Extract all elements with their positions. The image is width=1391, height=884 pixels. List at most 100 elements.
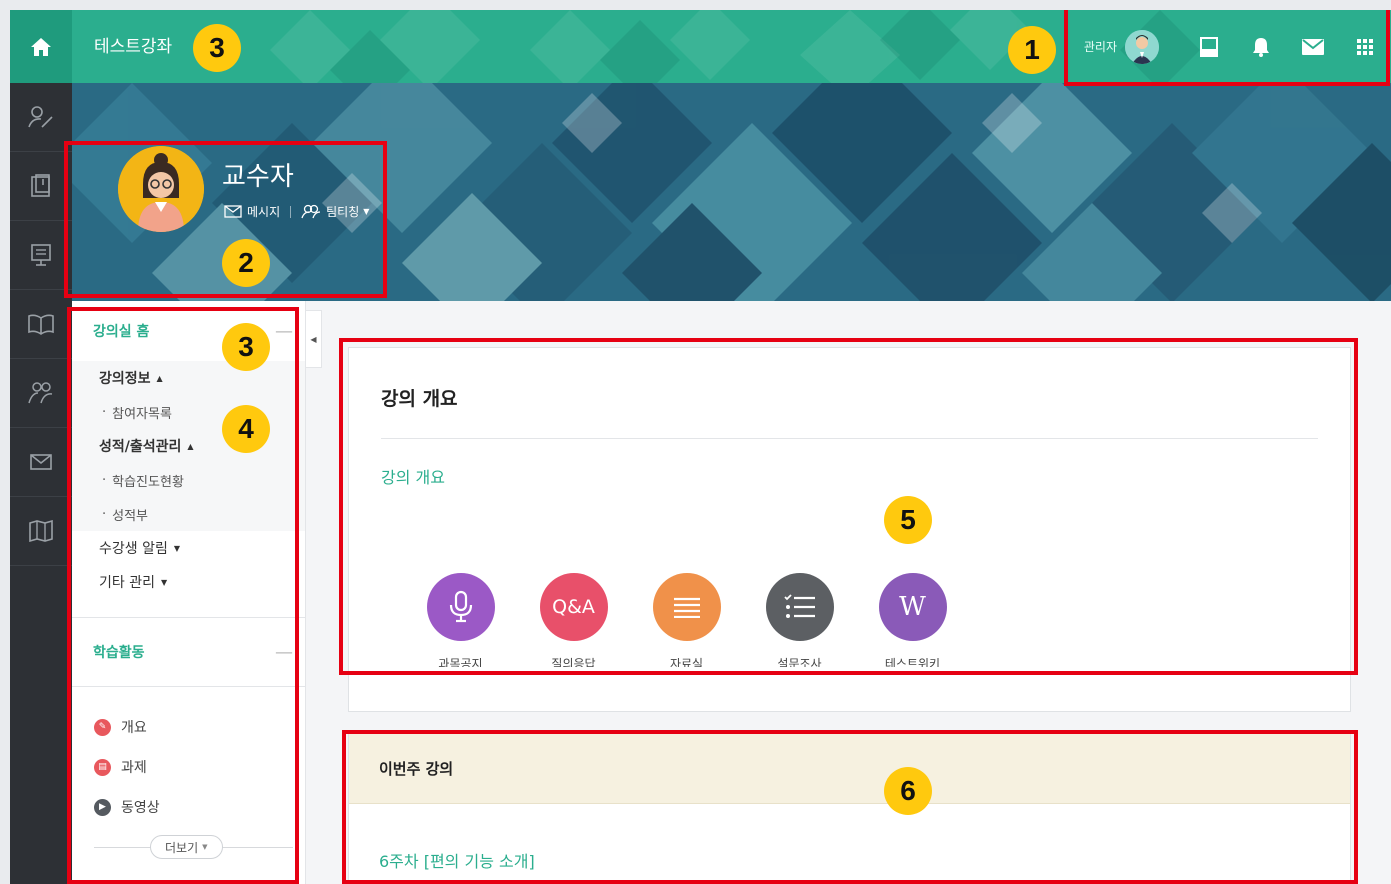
menu-group-label: 성적/출석관리	[99, 439, 182, 455]
bullet-icon: ·	[102, 506, 107, 522]
menu-group-label: 강의정보	[99, 371, 151, 387]
menu-group-etc[interactable]: 기타 관리 ▼	[72, 565, 305, 599]
course-home-header[interactable]: 강의실 홈 —	[72, 301, 305, 361]
menu-group-label: 기타 관리	[99, 575, 155, 591]
collapse-menu-tab[interactable]: ◀	[306, 310, 322, 368]
home-button[interactable]	[10, 10, 72, 83]
user-name[interactable]: 관리자	[1084, 38, 1117, 55]
activity-assignment[interactable]: ▤ 과제	[72, 747, 305, 787]
professor-avatar[interactable]	[118, 146, 204, 232]
module-label: 과목공지	[438, 657, 483, 667]
book-icon	[31, 174, 50, 197]
menu-item-gradebook[interactable]: · 성적부	[72, 497, 305, 531]
activity-overview[interactable]: ✎ 개요	[72, 707, 305, 747]
message-link[interactable]: 메시지	[247, 203, 280, 220]
caret-up-icon: ▲	[187, 441, 194, 451]
activities-title: 학습활동	[93, 645, 145, 661]
course-submenu: 강의정보 ▲ · 참여자목록 성적/출석관리 ▲ · 학습진도현황 · 성적부	[72, 361, 305, 531]
course-title[interactable]: 테스트강좌	[94, 32, 172, 57]
team-icon	[301, 204, 321, 219]
layout-button[interactable]	[1183, 27, 1235, 67]
annotation-badge: 3	[222, 323, 270, 371]
module-wiki[interactable]: W 테스트위키	[856, 573, 969, 667]
annotation-badge: 4	[222, 405, 270, 453]
notification-button[interactable]	[1235, 27, 1287, 67]
user-avatar[interactable]	[1125, 29, 1159, 64]
caret-down-icon: ▼	[160, 577, 168, 587]
menu-group-grades[interactable]: 성적/출석관리 ▲	[72, 429, 305, 463]
top-user-menu: 관리자	[1084, 10, 1391, 83]
module-library[interactable]: 자료실	[630, 573, 743, 667]
mail-icon	[1302, 38, 1324, 55]
module-survey[interactable]: 설문조사	[743, 573, 856, 667]
nav-item-courses[interactable]	[10, 152, 72, 221]
menu-group-label: 수강생 알림	[99, 541, 168, 557]
nav-item-messages[interactable]	[10, 428, 72, 497]
week-link[interactable]: 6주차 [편의 기능 소개]	[379, 848, 535, 872]
caret-down-icon: ▼	[173, 543, 181, 553]
collapse-icon[interactable]: —	[275, 642, 293, 663]
more-label: 더보기	[165, 840, 199, 855]
nav-item-guide[interactable]	[10, 497, 72, 566]
overview-link[interactable]: 강의 개요	[381, 464, 445, 488]
caret-down-icon: ▼	[363, 207, 370, 216]
course-home-link[interactable]: 강의실 홈	[93, 321, 149, 341]
annotation-badge: 3	[193, 24, 241, 72]
menu-item-label: 참여자목록	[112, 406, 172, 422]
menu-group-notify[interactable]: 수강생 알림 ▼	[72, 531, 305, 565]
course-banner: 교수자 메시지 팀티칭 ▼	[72, 83, 1391, 301]
module-qa[interactable]: Q&A 질의응답	[517, 573, 630, 667]
nav-item-mypage[interactable]	[10, 83, 72, 152]
professor-name: 교수자	[222, 162, 294, 192]
course-menu: 강의실 홈 — 강의정보 ▲ · 참여자목록 성적/출석관리 ▲ · 학습진도현…	[72, 301, 306, 884]
nav-item-community[interactable]	[10, 359, 72, 428]
more-button[interactable]: 더보기 ▼	[150, 835, 223, 859]
caret-down-icon: ▼	[202, 843, 208, 851]
divider	[72, 686, 305, 687]
annotation-badge: 1	[1008, 26, 1056, 74]
layout-icon	[1200, 36, 1218, 57]
lms-window: 테스트강좌 관리자 교수자 메시지 팀티칭 ▼ 강의실 홈 — 강의정보 ▲ ·…	[10, 10, 1391, 884]
open-book-icon	[28, 314, 54, 335]
nav-item-library[interactable]	[10, 290, 72, 359]
course-modules: 과목공지 Q&A 질의응답 자료실 설문조사 W 테스트위키	[404, 573, 969, 667]
list-lines-icon	[652, 573, 721, 641]
pen-person-icon	[28, 106, 53, 128]
message-button[interactable]	[1287, 27, 1339, 67]
nav-item-board[interactable]	[10, 221, 72, 290]
menu-item-participants[interactable]: · 참여자목록	[72, 395, 305, 429]
activity-label: 개요	[121, 720, 147, 736]
activity-label: 과제	[121, 760, 147, 776]
module-label: 질의응답	[551, 657, 596, 667]
qa-icon: Q&A	[539, 573, 608, 641]
divider	[290, 205, 292, 218]
menu-item-label: 성적부	[112, 508, 149, 524]
activity-video[interactable]: ▶ 동영상	[72, 787, 305, 827]
microphone-icon	[426, 573, 495, 641]
more-row: 더보기 ▼	[72, 833, 305, 863]
annotation-badge: 6	[884, 767, 932, 815]
professor-avatar-image	[118, 146, 204, 232]
document-icon: ▤	[94, 758, 111, 776]
activities-header[interactable]: 학습활동 —	[72, 618, 305, 686]
divider	[381, 438, 1318, 439]
home-icon	[31, 37, 51, 56]
teamteaching-link[interactable]: 팀티칭	[326, 203, 359, 220]
overview-heading: 강의 개요	[381, 388, 458, 410]
activity-label: 동영상	[121, 800, 160, 816]
course-overview-panel: 강의 개요 강의 개요 과목공지 Q&A 질의응답 자료실 설문조사 W 테스트…	[348, 347, 1351, 712]
menu-group-course-info[interactable]: 강의정보 ▲	[72, 361, 305, 395]
menu-item-progress[interactable]: · 학습진도현황	[72, 463, 305, 497]
bullet-icon: ·	[102, 404, 107, 420]
bullet-icon: ·	[102, 472, 107, 488]
professor-actions: 메시지 팀티칭 ▼	[224, 203, 369, 220]
caret-left-icon: ◀	[310, 334, 317, 344]
collapse-icon[interactable]: —	[275, 321, 293, 342]
pencil-icon: ✎	[94, 718, 111, 736]
caret-up-icon: ▲	[156, 373, 163, 383]
apps-button[interactable]	[1339, 27, 1391, 67]
envelope-icon	[224, 205, 242, 218]
this-week-heading: 이번주 강의	[349, 734, 1350, 804]
module-label: 테스트위키	[884, 657, 941, 667]
module-notice[interactable]: 과목공지	[404, 573, 517, 667]
